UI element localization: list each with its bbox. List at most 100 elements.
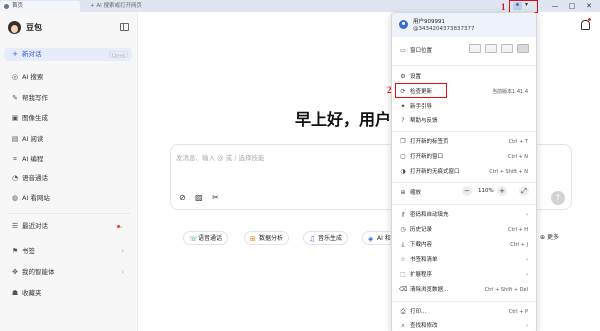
close-button[interactable]: ✕ — [582, 0, 596, 12]
fullscreen-button[interactable]: ⤢ — [519, 186, 529, 196]
sidebar-item-recent[interactable]: ☰ 最近对话 ⌄ — [4, 220, 132, 233]
menu-passwords[interactable]: ⚷ 密码和自动填充 › — [392, 209, 536, 221]
chevron-right-icon: › — [121, 268, 124, 276]
annotation-label-2: 2 — [387, 85, 392, 95]
gear-icon: ⚙ — [400, 73, 406, 80]
menu-new-tab[interactable]: ❐ 打开新的标签页 Ctrl + T — [392, 136, 536, 148]
menu-label: 缩放 — [410, 190, 422, 196]
notification-dot — [588, 18, 591, 21]
menu-extensions[interactable]: ⬚ 扩展程序 › — [392, 269, 536, 281]
menu-label: 书签和清单 — [410, 257, 438, 263]
sidebar-collapse-icon[interactable] — [120, 23, 129, 31]
shortcut-badge: Ctrl+K — [108, 51, 128, 58]
send-button[interactable]: ↑ — [551, 191, 565, 205]
shortcut-text: Ctrl + Shift + Del — [484, 287, 528, 293]
shortcut-text: Ctrl + P — [508, 309, 528, 315]
menu-incognito-window[interactable]: ◑ 打开新的无痕式窗口 Ctrl + Shift + N — [392, 166, 536, 178]
window-icon: ▢ — [400, 153, 406, 160]
new-tab-button[interactable]: + AI 搜索或打开网页 — [84, 1, 204, 12]
window-position-center-button[interactable] — [485, 44, 497, 53]
sidebar-item-label: AI 看网站 — [22, 194, 50, 202]
sidebar-item-agents[interactable]: ✥ 我的智能体 › — [4, 266, 132, 279]
menu-divider — [392, 301, 536, 302]
menu-username: 用户909991 — [413, 19, 445, 25]
download-icon: ⤓ — [401, 241, 405, 248]
menu-label: 清除浏览数据... — [410, 287, 449, 293]
shortcut-text: Ctrl + N — [507, 154, 528, 160]
menu-label: 扩展程序 — [410, 272, 433, 278]
menu-divider — [392, 131, 536, 132]
menu-clear-data[interactable]: ⌫ 清除浏览数据... Ctrl + Shift + Del — [392, 284, 536, 296]
menu-label: 打开新的窗口 — [410, 154, 444, 160]
attach-icon[interactable]: ⊘ — [179, 193, 186, 202]
skill-data-analysis[interactable]: ⊞ 数据分析 — [244, 231, 290, 245]
image-upload-icon[interactable]: ▨ — [195, 193, 203, 202]
menu-settings[interactable]: ⚙ 设置 — [392, 71, 536, 83]
sidebar-item-label: 语音通话 — [22, 174, 48, 182]
list-icon: ☰ — [11, 222, 19, 230]
book-icon: ▤ — [11, 135, 19, 143]
menu-window-position: ▭ 窗口位置 — [392, 45, 536, 57]
find-icon: ⌕ — [401, 322, 405, 329]
menu-divider — [392, 182, 536, 183]
greeting-title: 早上好，用户 — [295, 110, 392, 129]
sidebar-item-label: 我的智能体 — [22, 268, 55, 276]
tab-home[interactable]: 首页 — [0, 1, 80, 12]
annotation-label-1: 1 — [501, 2, 506, 12]
window-position-right-button[interactable] — [501, 44, 513, 53]
window-position-left-button[interactable] — [469, 44, 481, 53]
music-icon: ♫ — [309, 235, 316, 243]
sidebar-item-ai-reading[interactable]: ▤ AI 阅读 — [4, 133, 132, 146]
menu-divider — [392, 204, 536, 205]
sidebar-item-ai-search[interactable]: ◎ AI 搜索 — [4, 71, 132, 84]
sidebar-item-voice-call[interactable]: ◔ 语音通话 — [4, 172, 132, 185]
sidebar: 豆包 + 新对话 Ctrl+K ◎ AI 搜索 ✎ 帮我写作 ▣ 图像生成 ▤ … — [0, 12, 138, 331]
chevron-right-icon: › — [526, 272, 528, 278]
image-icon: ▣ — [11, 114, 19, 122]
menu-help[interactable]: ? 帮助与反馈 — [392, 115, 536, 127]
search-icon: ◎ — [11, 73, 19, 81]
menu-new-guide[interactable]: ✦ 新手引导 — [392, 101, 536, 113]
minimize-button[interactable]: — — [548, 0, 562, 12]
window-position-pin-button[interactable] — [517, 44, 529, 53]
chat-input[interactable]: 发消息、输入 @ 或 / 选择技能 — [176, 152, 264, 162]
bookmark-icon: ⚑ — [11, 247, 19, 255]
sidebar-item-bookmarks[interactable]: ⚑ 书签 › — [4, 245, 132, 258]
sidebar-item-label: 最近对话 — [22, 222, 48, 230]
skill-voice-call[interactable]: ☏ 语音通话 — [183, 231, 229, 245]
bell-icon[interactable] — [581, 20, 590, 30]
tab-home-label: 首页 — [12, 3, 24, 9]
skill-music-gen[interactable]: ♫ 音乐生成 — [303, 231, 349, 245]
maximize-button[interactable]: □ — [565, 0, 579, 12]
print-icon: ⎙ — [400, 308, 406, 315]
menu-bookmarks[interactable]: ☆ 书签和清单 › — [392, 254, 536, 266]
phone-icon: ☏ — [189, 235, 198, 243]
menu-history[interactable]: ◷ 历史记录 Ctrl + H — [392, 224, 536, 236]
menu-downloads[interactable]: ⤓ 下载内容 Ctrl + J — [392, 239, 536, 251]
skill-label: 数据分析 — [259, 235, 284, 242]
sidebar-divider — [8, 213, 130, 214]
scissors-icon[interactable]: ✂ — [212, 193, 219, 202]
ai-icon: ◈ — [368, 235, 374, 243]
chevron-right-icon: › — [526, 257, 528, 263]
more-skills-button[interactable]: ⊕ 更多 — [540, 232, 559, 241]
pen-icon: ✎ — [12, 94, 18, 102]
menu-print[interactable]: ⎙ 打印... Ctrl + P — [392, 306, 536, 318]
window-icon: ▭ — [400, 47, 406, 54]
sidebar-item-favorites[interactable]: ☗ 收藏夹 — [4, 287, 132, 300]
sidebar-item-label: 帮我写作 — [22, 94, 48, 102]
sidebar-item-new-chat[interactable]: + 新对话 Ctrl+K — [4, 48, 132, 61]
sidebar-item-ai-website[interactable]: ◍ AI 看网站 — [4, 192, 132, 205]
globe-icon: ◍ — [11, 194, 19, 202]
zoom-in-button[interactable]: + — [497, 186, 507, 196]
sidebar-item-image-gen[interactable]: ▣ 图像生成 — [4, 112, 132, 125]
menu-label: 查找和修改 — [410, 323, 438, 329]
sidebar-item-ai-coding[interactable]: ⌗ AI 编程 — [4, 153, 132, 166]
sidebar-item-writing[interactable]: ✎ 帮我写作 — [4, 92, 132, 105]
zoom-out-button[interactable]: − — [462, 186, 472, 196]
menu-new-window[interactable]: ▢ 打开新的窗口 Ctrl + N — [392, 151, 536, 163]
menu-user-header[interactable]: 用户909991 @3434204373837377 — [392, 13, 536, 37]
more-label: 更多 — [546, 234, 559, 241]
menu-find[interactable]: ⌕ 查找和修改 › — [392, 320, 536, 331]
skill-label: 音乐生成 — [318, 235, 343, 242]
